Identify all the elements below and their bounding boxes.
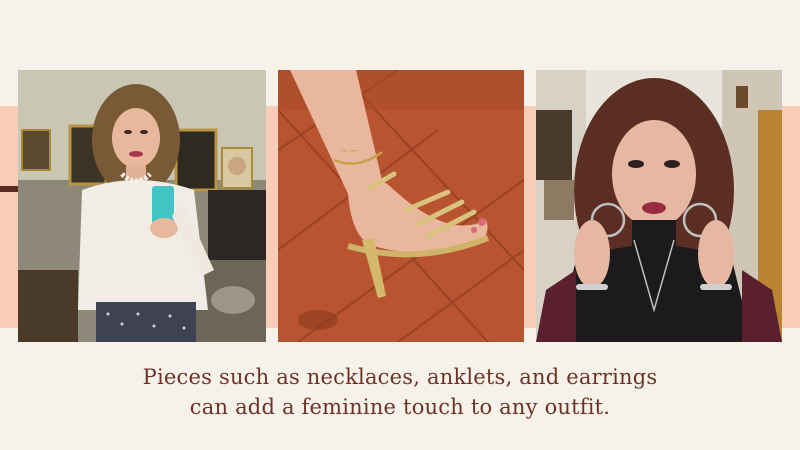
decorative-accent-line — [0, 186, 18, 192]
photo-anklet-sandal: ~~ — [278, 70, 524, 342]
svg-text:~~: ~~ — [340, 144, 358, 157]
caption-line-2: can add a feminine touch to any outfit. — [189, 395, 611, 419]
photo-necklace-outfit — [18, 70, 266, 342]
caption-line-1: Pieces such as necklaces, anklets, and e… — [142, 365, 658, 389]
photo-earrings-portrait — [536, 70, 782, 342]
caption: Pieces such as necklaces, anklets, and e… — [0, 362, 800, 422]
